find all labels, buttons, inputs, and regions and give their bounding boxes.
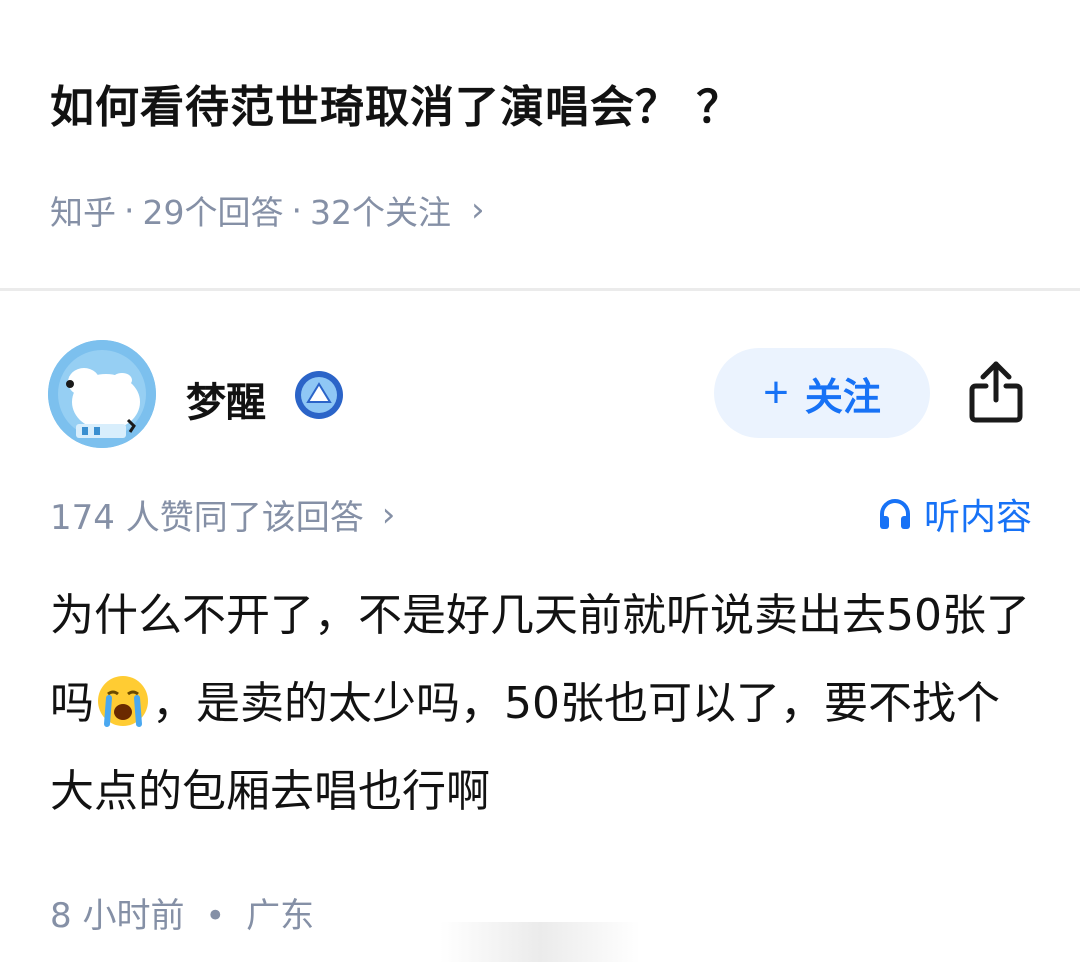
crying-face-emoji bbox=[96, 670, 150, 727]
answer-time: 8 小时前 bbox=[50, 896, 185, 936]
follow-label: 关注 bbox=[804, 376, 881, 419]
listen-button[interactable]: 听内容 bbox=[878, 488, 1032, 540]
watermark-fade bbox=[440, 922, 640, 962]
follower-count: 32个关注 bbox=[310, 193, 451, 232]
vote-summary[interactable]: 174 人赞同了该回答 › bbox=[50, 490, 395, 539]
headphones-icon bbox=[879, 499, 910, 529]
question-header: 如何看待范世琦取消了演唱会？ ？ bbox=[50, 78, 1040, 138]
chevron-right-icon: › bbox=[471, 190, 485, 230]
answer-location: 广东 bbox=[246, 896, 315, 936]
follow-button[interactable]: + 关注 bbox=[714, 348, 930, 438]
chevron-right-icon: › bbox=[381, 494, 396, 535]
author-name[interactable]: 梦醒 bbox=[186, 370, 266, 428]
section-divider bbox=[0, 288, 1080, 291]
question-meta[interactable]: 知乎 · 29个回答 · 32个关注 › bbox=[50, 186, 485, 234]
question-source: 知乎 bbox=[50, 193, 116, 232]
share-icon[interactable] bbox=[966, 358, 1026, 426]
vote-count: 174 人赞同了该回答 bbox=[50, 498, 364, 538]
answer-footer: 8 小时前 • 广东 bbox=[50, 888, 314, 937]
author-row: 梦醒 + 关注 bbox=[48, 340, 1038, 450]
plus-icon: + bbox=[763, 368, 789, 417]
blue-level-badge-icon bbox=[294, 370, 344, 420]
listen-label: 听内容 bbox=[923, 497, 1032, 538]
avatar[interactable] bbox=[48, 340, 156, 448]
meta-separator: · bbox=[291, 190, 303, 230]
footer-separator: • bbox=[205, 896, 226, 936]
answer-count: 29个回答 bbox=[142, 193, 284, 232]
meta-separator: · bbox=[124, 190, 135, 230]
answer-content[interactable]: 为什么不开了，不是好几天前就听说卖出去50张了吗 ，是卖的太少吗，50张也可以了… bbox=[50, 572, 1040, 836]
answer-text-part2: ，是卖的太少吗，50张也可以了，要不找个大点的包厢去唱也行啊 bbox=[50, 678, 1000, 817]
question-title[interactable]: 如何看待范世琦取消了演唱会？ ？ bbox=[50, 78, 1040, 138]
